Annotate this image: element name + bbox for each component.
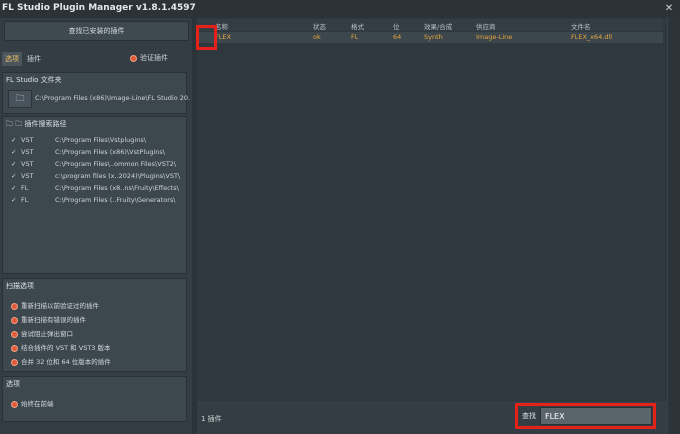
options-panel: 选项 始终在前端: [2, 376, 187, 422]
column-vendor[interactable]: 供应商: [476, 21, 496, 31]
cell-filename: FLEX_x64.dll: [571, 33, 613, 41]
always-on-top-option[interactable]: 始终在前端: [11, 398, 54, 410]
plugin-list-panel: [197, 18, 667, 402]
search-paths-header: 🗀 🗀 插件搜索路径: [6, 119, 66, 131]
list-item[interactable]: ✓ FL C:\Program Files (..Fruity\Generators…: [11, 196, 175, 208]
vertical-scrollbar[interactable]: [668, 18, 680, 434]
check-icon: ✓: [11, 172, 17, 180]
search-paths-title: 插件搜索路径: [24, 120, 67, 128]
tab-plugins[interactable]: 插件: [24, 52, 44, 66]
check-icon: ✓: [11, 196, 17, 204]
list-item[interactable]: ✓ VST c:\program files (x..2024)\Plugins\V…: [11, 172, 180, 184]
list-item[interactable]: ✓ FL C:\Program Files (x8..ns\Fruity\Effec…: [11, 184, 179, 196]
tab-options[interactable]: 选项: [2, 52, 22, 66]
cell-bits: 64: [393, 33, 402, 41]
list-item[interactable]: ✓ VST C:\Program Files\Vstplugins\: [11, 136, 146, 148]
radio-dot-icon: [11, 344, 18, 352]
fl-folder-panel: FL Studio 文件夹 🗀 C:\Program Files (x86)\I…: [2, 72, 191, 114]
radio-dot-icon: [11, 358, 18, 366]
options-title: 选项: [6, 380, 20, 388]
column-format[interactable]: 格式: [351, 21, 364, 31]
scan-plugins-button[interactable]: 查找已安装的插件: [4, 21, 189, 41]
fl-folder-path: C:\Program Files (x86)\Image-Line\FL Stu…: [35, 94, 191, 102]
radio-dot-icon: [11, 302, 18, 310]
cell-name: FLEX: [215, 33, 231, 41]
scan-option-item[interactable]: 尝试阻止弹出窗口: [11, 328, 73, 340]
radio-dot-icon: [130, 54, 137, 62]
list-item[interactable]: ✓ VST C:\Program Files (x86)\VstPlugins\: [11, 148, 165, 160]
radio-dot-icon: [11, 316, 18, 324]
check-icon: ✓: [11, 160, 17, 168]
verify-label: 验证插件: [140, 54, 168, 62]
fl-folder-title: FL Studio 文件夹: [6, 76, 62, 84]
scan-option-item[interactable]: 重新扫描有错误的插件: [11, 314, 86, 326]
scan-option-item[interactable]: 合并 32 位和 64 位版本的插件: [11, 356, 111, 368]
radio-dot-icon: [11, 330, 18, 338]
search-paths-panel: 🗀 🗀 插件搜索路径 ✓ VST C:\Program Files\Vstplugi…: [2, 116, 187, 274]
close-icon[interactable]: ✕: [662, 2, 676, 16]
column-status[interactable]: 状态: [313, 21, 326, 31]
check-icon: ✓: [11, 136, 17, 144]
radio-dot-icon: [11, 400, 18, 408]
cell-vendor: Image-Line: [476, 33, 513, 41]
remove-folder-icon[interactable]: 🗀: [15, 120, 22, 128]
scan-option-item[interactable]: 重新扫描以前验证过的插件: [11, 300, 99, 312]
scan-option-item[interactable]: 结合插件的 VST 和 VST3 版本: [11, 342, 111, 354]
column-bits[interactable]: 位: [393, 21, 400, 31]
check-icon: ✓: [11, 184, 17, 192]
title-bar: FL Studio Plugin Manager v1.8.1.4597 ✕: [0, 0, 680, 18]
cell-type: Synth: [424, 33, 443, 41]
check-icon: ✓: [11, 148, 17, 156]
table-row[interactable]: FLEX ok FL 64 Synth Image-Line FLEX_x64.…: [197, 32, 663, 43]
table-header: 名称 状态 格式 位 效果/合成 供应商 文件名: [197, 19, 663, 31]
add-folder-icon[interactable]: 🗀: [6, 120, 13, 128]
verify-plugins-radio[interactable]: 验证插件: [130, 53, 168, 63]
cell-status: ok: [313, 33, 321, 41]
scan-options-panel: 扫描选项 重新扫描以前验证过的插件 重新扫描有错误的插件 尝试阻止弹出窗口 结合…: [2, 278, 187, 372]
highlight-box: [515, 403, 656, 429]
column-filename[interactable]: 文件名: [571, 21, 591, 31]
plugin-count: 1 插件: [201, 415, 222, 423]
folder-icon[interactable]: 🗀: [8, 90, 32, 108]
list-item[interactable]: ✓ VST C:\Program Files\..ommon Files\VST2\: [11, 160, 176, 172]
cell-format: FL: [351, 33, 359, 41]
scan-options-title: 扫描选项: [6, 282, 34, 290]
column-type[interactable]: 效果/合成: [424, 21, 452, 31]
highlight-box: [196, 25, 217, 50]
window-title: FL Studio Plugin Manager v1.8.1.4597: [2, 3, 196, 13]
